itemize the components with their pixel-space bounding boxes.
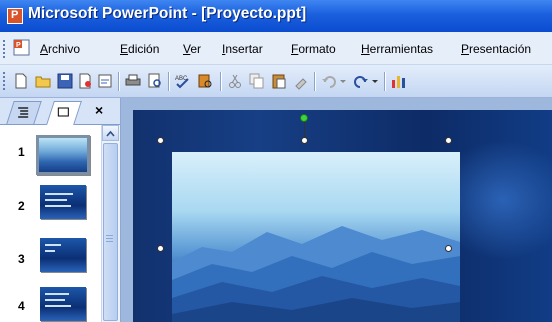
window-title: Microsoft PowerPoint - [Proyecto.ppt]: [28, 5, 307, 22]
thumb-text-line: [45, 305, 71, 307]
powerpoint-app-icon[interactable]: [7, 8, 23, 24]
slides-icon: [57, 107, 69, 117]
pane-tabs: ×: [0, 98, 120, 125]
slide-number: 3: [18, 252, 25, 266]
thumb-text-line: [45, 199, 67, 201]
resize-handle-left[interactable]: [157, 245, 164, 252]
slide-thumbnail-row[interactable]: 1: [0, 129, 101, 177]
redo-icon[interactable]: [352, 72, 370, 90]
thumb-text-line: [45, 205, 71, 207]
title-bar[interactable]: Microsoft PowerPoint - [Proyecto.ppt]: [0, 0, 552, 32]
open-icon[interactable]: [34, 72, 52, 90]
toolbar-grip[interactable]: [3, 72, 5, 90]
thumb-text-line: [45, 299, 65, 301]
resize-handle-right[interactable]: [445, 245, 452, 252]
chevron-up-icon: [106, 130, 115, 137]
print-preview-icon[interactable]: [146, 72, 164, 90]
menu-bar: P Archivo Edición Ver Insertar Formato H…: [0, 32, 552, 65]
publish-icon[interactable]: [96, 72, 114, 90]
new-icon[interactable]: [12, 72, 30, 90]
slide-thumbnail-row[interactable]: 4: [0, 285, 101, 322]
menubar-grip[interactable]: [3, 40, 5, 58]
menu-ver[interactable]: Ver: [183, 42, 201, 56]
slide-thumbnail[interactable]: [40, 238, 86, 272]
current-slide[interactable]: [133, 110, 552, 322]
slide-number: 1: [18, 145, 25, 159]
menu-archivo[interactable]: Archivo: [40, 42, 80, 56]
outline-icon: [18, 107, 29, 118]
mountain-landscape-image: [172, 226, 460, 322]
menu-presentacion[interactable]: Presentación: [461, 42, 531, 56]
slide-thumbnail[interactable]: [40, 287, 86, 321]
document-icon[interactable]: P: [12, 39, 32, 57]
format-painter-icon[interactable]: [292, 72, 310, 90]
close-pane-button[interactable]: ×: [95, 102, 103, 118]
standard-toolbar: ABC: [0, 65, 552, 98]
mountain-picture[interactable]: [172, 152, 460, 322]
copy-icon[interactable]: [248, 72, 266, 90]
slide-thumbnail-row[interactable]: 3: [0, 236, 101, 284]
rotation-handle[interactable]: [300, 114, 308, 122]
spelling-icon[interactable]: ABC: [174, 72, 192, 90]
powerpoint-window: Microsoft PowerPoint - [Proyecto.ppt] P …: [0, 0, 552, 322]
undo-icon[interactable]: [320, 72, 338, 90]
thumb-text-line: [45, 244, 61, 246]
print-icon[interactable]: [124, 72, 142, 90]
svg-text:P: P: [16, 42, 21, 49]
toolbar-separator: [118, 72, 120, 91]
slide-thumbnail[interactable]: [40, 185, 86, 219]
toolbar-separator: [168, 72, 170, 91]
toolbar-separator: [220, 72, 222, 91]
scroll-up-button[interactable]: [102, 125, 119, 141]
menu-edicion[interactable]: Edición: [120, 42, 159, 56]
thumb-text-line: [45, 293, 69, 295]
save-icon[interactable]: [56, 72, 74, 90]
undo-dropdown-icon[interactable]: [338, 72, 348, 90]
chart-icon[interactable]: [390, 72, 408, 90]
resize-handle-top-left[interactable]: [157, 137, 164, 144]
slide-thumbnails: 1 2 3 4: [0, 125, 101, 322]
slides-pane: × 1 2 3 4: [0, 98, 121, 322]
slide-thumbnail-row[interactable]: 2: [0, 183, 101, 231]
thumb-text-line: [45, 250, 55, 252]
menu-insertar[interactable]: Insertar: [222, 42, 263, 56]
paste-icon[interactable]: [270, 72, 288, 90]
resize-handle-top-right[interactable]: [445, 137, 452, 144]
scroll-thumb[interactable]: [103, 143, 118, 321]
tab-outline[interactable]: [6, 101, 42, 124]
slide-thumbnail-selected[interactable]: [36, 135, 90, 175]
thumb-text-line: [45, 193, 73, 195]
permission-icon[interactable]: [76, 72, 94, 90]
slide-number: 2: [18, 199, 25, 213]
thumbnails-scrollbar[interactable]: [101, 125, 120, 322]
tab-slides[interactable]: [46, 101, 82, 125]
slide-editing-area[interactable]: [121, 98, 552, 322]
resize-handle-top[interactable]: [301, 137, 308, 144]
toolbar-separator: [384, 72, 386, 91]
cut-icon[interactable]: [226, 72, 244, 90]
scroll-grip: [106, 235, 113, 243]
redo-dropdown-icon[interactable]: [370, 72, 380, 90]
slide-number: 4: [18, 299, 25, 313]
toolbar-separator: [314, 72, 316, 91]
menu-formato[interactable]: Formato: [291, 42, 336, 56]
research-icon[interactable]: [196, 72, 214, 90]
menu-herramientas[interactable]: Herramientas: [361, 42, 433, 56]
